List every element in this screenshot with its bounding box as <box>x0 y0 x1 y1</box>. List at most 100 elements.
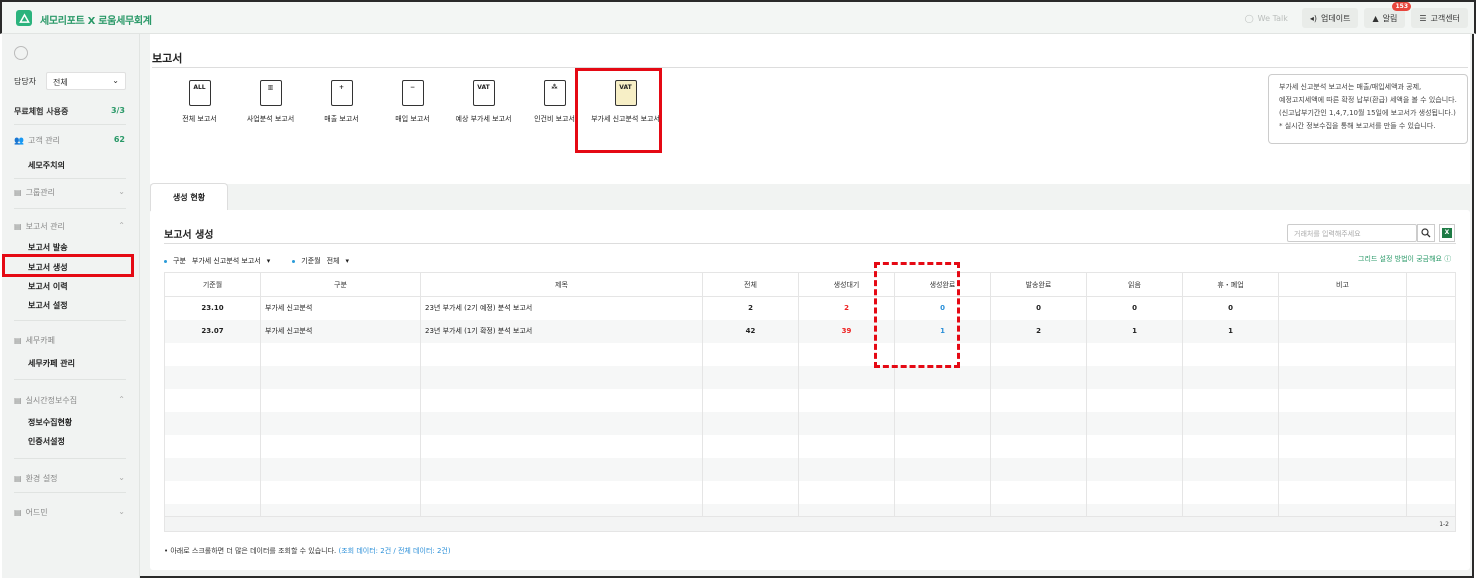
column-header[interactable]: 전체 <box>702 272 799 297</box>
filter-type[interactable]: 구분 부가세 신고분석 보고서 ▾ <box>164 256 270 266</box>
manager-label: 담당자 <box>14 77 37 86</box>
report-purchase-button[interactable]: − 매입 보고서 <box>377 80 448 124</box>
trial-count: 3/3 <box>110 106 125 115</box>
sidebar-item-info-status[interactable]: 정보수집현황 <box>28 417 72 428</box>
tab-generation-status[interactable]: 생성 현황 <box>150 183 228 211</box>
logo-icon <box>18 12 30 23</box>
chevron-down-icon: ⌄ <box>118 507 125 516</box>
sidebar-item-cert-settings[interactable]: 인증서설정 <box>28 436 65 447</box>
table-row <box>164 388 1456 412</box>
help-icon: ⓘ <box>1444 255 1452 263</box>
manager-select[interactable]: 전체 ⌄ <box>46 72 126 90</box>
chevron-down-icon: ⌄ <box>112 76 119 85</box>
table-row <box>164 480 1456 504</box>
settings-icon: ▤ <box>14 474 22 483</box>
column-header <box>1406 272 1456 297</box>
search-input[interactable]: 거래처를 입력해주세요 <box>1287 224 1417 242</box>
sidebar: 담당자 전체 ⌄ 무료체험 사용중 3/3 👥 고객 관리 62 세모주치의 ▤… <box>2 34 140 578</box>
column-header[interactable]: 휴・폐업 <box>1182 272 1279 297</box>
sidebar-item-group-mgmt[interactable]: ▤ 그룹관리 <box>14 187 55 198</box>
highlight-report-create <box>2 254 134 277</box>
report-header: 보고서 ALL 전체 보고서 ▥ 사업분석 보고서 + 매출 보고서 − 매입 … <box>150 34 1470 184</box>
vat-report-icon: VAT <box>472 80 495 106</box>
sidebar-item-report-send[interactable]: 보고서 발송 <box>28 242 68 253</box>
report-all-button[interactable]: ALL 전체 보고서 <box>164 80 235 124</box>
sidebar-item-report-mgmt[interactable]: ▤ 보고서 관리 <box>14 221 65 232</box>
alarm-badge: 153 <box>1392 2 1412 11</box>
table-row <box>164 365 1456 389</box>
table-row <box>164 434 1456 458</box>
chevron-down-icon: ⌄ <box>118 187 125 196</box>
report-table: 기준월 구분 제목 전체 생성대기 생성완료 발송완료 읽음 휴・폐업 비고 2… <box>164 272 1456 527</box>
column-header[interactable]: 읽음 <box>1086 272 1183 297</box>
chart-report-icon: ▥ <box>259 80 282 106</box>
purchase-report-icon: − <box>401 80 424 106</box>
alarm-button[interactable]: ▲ 알림 153 <box>1364 2 1412 28</box>
sidebar-item-tax-cafe-mgmt[interactable]: 세무카페 관리 <box>28 358 75 369</box>
sidebar-item-report-history[interactable]: 보고서 이력 <box>28 281 68 292</box>
column-header[interactable]: 구분 <box>260 272 421 297</box>
sidebar-item-client-mgmt[interactable]: 👥 고객 관리 <box>14 135 60 146</box>
main-content: 보고서 ALL 전체 보고서 ▥ 사업분석 보고서 + 매출 보고서 − 매입 … <box>140 34 1474 578</box>
menu-icon: ☰ <box>1419 13 1427 23</box>
report-generation-panel: 보고서 생성 거래처를 입력해주세요 X 구분 부가세 신고분석 보고서 ▾ 기… <box>150 210 1470 570</box>
client-count: 62 <box>113 135 125 144</box>
column-header[interactable]: 제목 <box>420 272 703 297</box>
sidebar-item-env-settings[interactable]: ▤ 환경 설정 <box>14 473 58 484</box>
admin-icon: ▤ <box>14 508 22 517</box>
table-row <box>164 342 1456 366</box>
megaphone-icon: ◂) <box>1309 13 1318 23</box>
people-report-icon: ⁂ <box>543 80 566 106</box>
caret-down-icon: ▾ <box>266 257 271 265</box>
bell-icon: ▲ <box>1372 13 1379 23</box>
report-icon: ▤ <box>14 222 22 231</box>
cafe-icon: ▤ <box>14 336 22 345</box>
report-expected-vat-button[interactable]: VAT 예상 부가세 보고서 <box>448 80 519 124</box>
table-row[interactable]: 23.07 부가세 신고분석 23년 부가세 (1기 확정) 분석 보고서 42… <box>164 319 1456 343</box>
report-business-button[interactable]: ▥ 사업분석 보고서 <box>235 80 306 124</box>
top-bar: 세모리포트 X 로움세무회계 ◯ We Talk ◂) 업데이트 ▲ 알림 15… <box>0 0 1476 34</box>
sidebar-item-tax-cafe[interactable]: ▤ 세무카페 <box>14 335 55 346</box>
group-icon: ▤ <box>14 188 22 197</box>
trial-label: 무료체험 사용중 <box>14 107 69 116</box>
table-row[interactable]: 23.10 부가세 신고분석 23년 부가세 (2기 예정) 분석 보고서 2 … <box>164 296 1456 320</box>
grid-help-link[interactable]: 그리드 설정 방법이 궁금해요 ⓘ <box>1358 254 1451 264</box>
chevron-up-icon: ⌃ <box>118 221 125 230</box>
page-title: 보고서 <box>152 52 183 65</box>
search-icon <box>1421 228 1431 238</box>
chat-icon: ◯ <box>1244 13 1254 23</box>
user-icon <box>14 46 28 60</box>
caret-down-icon: ▾ <box>345 257 349 265</box>
footnote: • 아래로 스크롤하면 더 많은 데이터를 조회할 수 있습니다. (조회 데이… <box>164 547 451 555</box>
users-icon: 👥 <box>14 136 24 145</box>
sidebar-item-admin[interactable]: ▤ 어드민 <box>14 507 48 518</box>
table-row <box>164 411 1456 435</box>
highlight-done-column <box>874 262 960 368</box>
excel-download-button[interactable]: X <box>1439 224 1455 242</box>
filter-bar: 구분 부가세 신고분석 보고서 ▾ 기준월 전체 ▾ <box>164 256 349 266</box>
sidebar-item-report-settings[interactable]: 보고서 설정 <box>28 300 68 311</box>
chevron-up-icon: ⌃ <box>118 395 125 404</box>
panel-title: 보고서 생성 <box>164 230 214 241</box>
column-header[interactable]: 기준월 <box>164 272 261 297</box>
report-sales-button[interactable]: + 매출 보고서 <box>306 80 377 124</box>
search-button[interactable] <box>1417 224 1435 242</box>
table-row <box>164 457 1456 481</box>
chevron-down-icon: ⌄ <box>118 473 125 482</box>
sidebar-item-realtime[interactable]: ▤ 실시간정보수집 <box>14 395 77 406</box>
sidebar-item-semo[interactable]: 세모주치의 <box>28 160 65 171</box>
column-header[interactable]: 비고 <box>1278 272 1407 297</box>
wetalk-button[interactable]: ◯ We Talk <box>1237 8 1296 28</box>
sales-report-icon: + <box>330 80 353 106</box>
support-button[interactable]: ☰ 고객센터 <box>1411 8 1468 28</box>
all-report-icon: ALL <box>188 80 211 106</box>
brand-title[interactable]: 세모리포트 X 로움세무회계 <box>40 12 152 27</box>
column-header[interactable]: 발송완료 <box>990 272 1087 297</box>
realtime-icon: ▤ <box>14 396 22 405</box>
pager: 1-2 <box>164 516 1456 532</box>
filter-month[interactable]: 기준월 전체 ▾ <box>292 256 349 266</box>
app-logo[interactable] <box>16 10 32 26</box>
highlight-vat-analysis <box>575 68 662 153</box>
excel-icon: X <box>1442 228 1452 238</box>
update-button[interactable]: ◂) 업데이트 <box>1301 8 1359 28</box>
